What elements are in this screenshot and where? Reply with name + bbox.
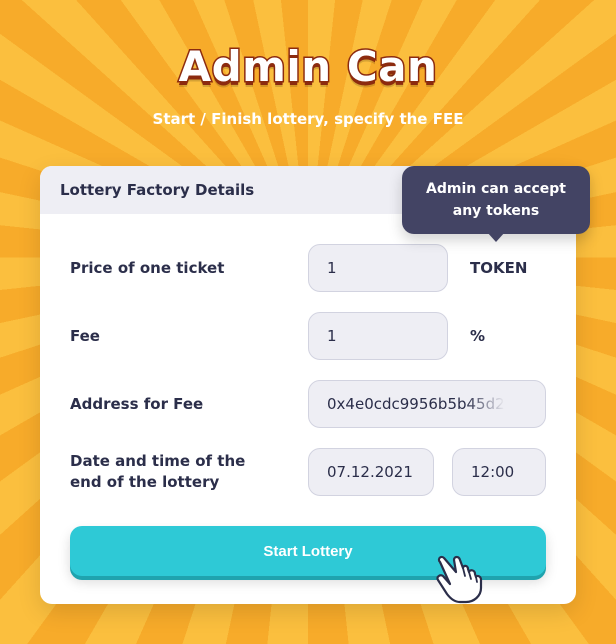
fee-label: Fee (70, 326, 100, 345)
tooltip-line2: any tokens (452, 203, 540, 219)
tooltip-line1: Admin can accept (426, 181, 566, 197)
hero-subtitle: Start / Finish lottery, specify the FEE (152, 110, 464, 128)
time-input[interactable]: 12:00 (452, 448, 546, 496)
price-label: Price of one ticket (70, 258, 225, 277)
address-row: Address for Fee 0x4e0cdc9956b5b45d2 (70, 380, 546, 428)
fee-unit: % (470, 327, 486, 345)
address-value: 0x4e0cdc9956b5b45d2 (327, 395, 505, 413)
fee-input[interactable]: 1 (308, 312, 448, 360)
time-value: 12:00 (471, 463, 515, 481)
end-date-label-line1: Date and time of the (70, 452, 246, 470)
date-input[interactable]: 07.12.2021 (308, 448, 434, 496)
pointing-hand-icon (426, 542, 483, 604)
end-date-row: Date and time of the end of the lottery … (70, 448, 546, 496)
price-value: 1 (327, 259, 337, 277)
price-row: Price of one ticket 1 TOKEN (70, 244, 546, 292)
tokens-tooltip: Admin can accept any tokens (402, 166, 590, 234)
address-input[interactable]: 0x4e0cdc9956b5b45d2 (308, 380, 546, 428)
date-value: 07.12.2021 (327, 463, 413, 481)
end-date-label: Date and time of the end of the lottery (70, 451, 308, 493)
price-unit: TOKEN (470, 259, 528, 277)
tooltip-arrow (487, 232, 505, 242)
end-date-label-line2: end of the lottery (70, 473, 220, 491)
address-label: Address for Fee (70, 394, 204, 413)
price-input[interactable]: 1 (308, 244, 448, 292)
fee-row: Fee 1 % (70, 312, 546, 360)
hero-title: Admin Can (177, 41, 438, 93)
fee-value: 1 (327, 327, 337, 345)
